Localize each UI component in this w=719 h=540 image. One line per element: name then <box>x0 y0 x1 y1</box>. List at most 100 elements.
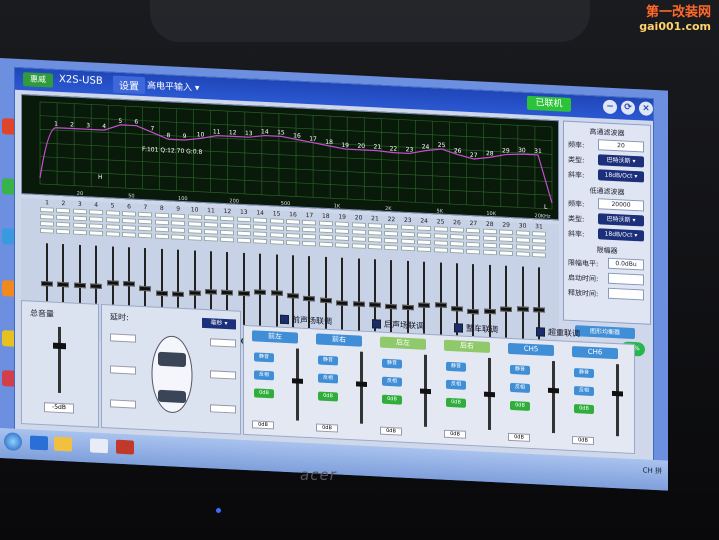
band-param-cell[interactable] <box>286 218 300 225</box>
band-slider-knob[interactable] <box>336 300 349 306</box>
band-param-cell[interactable] <box>138 218 153 225</box>
checkbox-icon[interactable] <box>280 314 289 325</box>
band-param-cell[interactable] <box>89 223 104 230</box>
band-param-cell[interactable] <box>154 233 169 240</box>
band-slider-knob[interactable] <box>270 290 283 297</box>
output-slider-knob[interactable] <box>292 378 303 385</box>
output-channel-name[interactable]: 前左 <box>252 330 298 344</box>
band-param-cell[interactable] <box>532 252 546 258</box>
output-slider-knob[interactable] <box>356 381 367 388</box>
refresh-icon[interactable]: ⟳ <box>621 100 635 116</box>
band-param-cell[interactable] <box>40 206 54 213</box>
band-param-cell[interactable] <box>466 234 481 241</box>
band-param-cell[interactable] <box>236 230 251 237</box>
band-param-cell[interactable] <box>417 225 432 232</box>
band-param-cell[interactable] <box>187 221 202 227</box>
band-slider-knob[interactable] <box>139 285 152 292</box>
band-param-cell[interactable] <box>187 228 202 234</box>
output-channel-name[interactable]: CH5 <box>508 342 554 357</box>
band-param-cell[interactable] <box>351 229 366 235</box>
input-select[interactable]: 高电平输入 ▾ <box>147 78 199 94</box>
band-param-cell[interactable] <box>335 221 350 228</box>
band-param-cell[interactable] <box>72 229 87 236</box>
band-param-cell[interactable] <box>187 235 202 241</box>
band-param-cell[interactable] <box>286 225 300 232</box>
output-gain-value[interactable]: 0dB <box>444 429 466 439</box>
band-param-cell[interactable] <box>154 226 169 233</box>
band-param-cell[interactable] <box>40 220 54 227</box>
taskbar-app-icon[interactable] <box>90 438 108 454</box>
band-param-cell[interactable] <box>515 230 530 236</box>
tray-area[interactable]: CH 拼 <box>643 465 662 476</box>
band-param-cell[interactable] <box>450 241 464 247</box>
band-slider-knob[interactable] <box>106 280 119 286</box>
band-slider-knob[interactable] <box>401 304 414 310</box>
band-slider-knob[interactable] <box>467 309 480 315</box>
band-param-cell[interactable] <box>171 227 186 234</box>
band-param-cell[interactable] <box>368 243 382 250</box>
band-param-cell[interactable] <box>482 242 497 249</box>
hp-slope-select[interactable]: 18dB/Oct ▾ <box>598 169 644 183</box>
output-gain-value[interactable]: 0dB <box>316 423 338 433</box>
band-param-cell[interactable] <box>253 238 268 245</box>
band-param-cell[interactable] <box>450 227 464 233</box>
phase-button[interactable]: 反相 <box>574 386 594 397</box>
band-param-cell[interactable] <box>384 223 399 230</box>
band-param-cell[interactable] <box>40 227 54 234</box>
band-param-cell[interactable] <box>138 211 153 218</box>
band-slider-knob[interactable] <box>483 308 496 314</box>
band-param-cell[interactable] <box>384 237 399 244</box>
band-param-cell[interactable] <box>253 217 268 224</box>
band-param-cell[interactable] <box>138 225 153 232</box>
hp-type-select[interactable]: 巴特沃斯 ▾ <box>598 154 644 168</box>
band-param-cell[interactable] <box>417 246 432 253</box>
band-param-cell[interactable] <box>335 242 350 249</box>
phase-button[interactable]: 反相 <box>254 370 274 381</box>
output-slider-knob[interactable] <box>612 390 623 397</box>
gain-indicator[interactable]: 0dB <box>574 404 594 415</box>
band-param-cell[interactable] <box>154 212 169 219</box>
band-param-cell[interactable] <box>56 207 71 214</box>
band-param-cell[interactable] <box>368 236 382 243</box>
volume-knob[interactable] <box>53 342 66 350</box>
mute-button[interactable]: 静音 <box>254 352 274 363</box>
output-gain-value[interactable]: 0dB <box>572 435 594 446</box>
band-slider-knob[interactable] <box>90 283 103 289</box>
band-slider-knob[interactable] <box>123 281 135 287</box>
band-param-cell[interactable] <box>433 233 448 239</box>
phase-button[interactable]: 反相 <box>382 376 402 387</box>
checkbox-icon[interactable] <box>454 323 463 333</box>
band-param-cell[interactable] <box>171 234 186 241</box>
lp-freq-input[interactable]: 20000 <box>598 198 644 212</box>
band-param-cell[interactable] <box>220 222 235 229</box>
band-param-cell[interactable] <box>204 214 218 221</box>
phase-button[interactable]: 反相 <box>510 382 530 393</box>
band-param-cell[interactable] <box>122 217 136 224</box>
delay-rear-left[interactable] <box>110 399 136 409</box>
band-param-cell[interactable] <box>318 227 333 234</box>
output-channel-name[interactable]: CH6 <box>572 345 618 360</box>
output-slider-knob[interactable] <box>484 391 495 398</box>
phase-button[interactable]: 反相 <box>318 373 338 384</box>
taskbar-app-icon[interactable] <box>116 439 134 455</box>
band-param-cell[interactable] <box>482 249 497 256</box>
band-slider-knob[interactable] <box>172 291 185 298</box>
band-param-cell[interactable] <box>105 217 120 223</box>
band-param-cell[interactable] <box>171 220 186 227</box>
band-param-cell[interactable] <box>56 228 71 235</box>
band-param-cell[interactable] <box>482 235 497 242</box>
band-param-cell[interactable] <box>515 237 530 243</box>
band-slider-knob[interactable] <box>516 306 529 313</box>
lp-type-select[interactable]: 巴特沃斯 ▾ <box>598 213 644 227</box>
band-param-cell[interactable] <box>466 248 481 255</box>
band-param-cell[interactable] <box>499 243 514 250</box>
band-slider-knob[interactable] <box>155 290 168 297</box>
band-param-cell[interactable] <box>286 239 300 246</box>
band-param-cell[interactable] <box>499 236 514 243</box>
band-param-cell[interactable] <box>89 216 104 223</box>
band-param-cell[interactable] <box>286 232 300 239</box>
gain-indicator[interactable]: 0dB <box>318 391 338 402</box>
band-param-cell[interactable] <box>400 224 415 231</box>
output-channel-name[interactable]: 后左 <box>380 336 426 350</box>
settings-menu[interactable]: 设置 <box>113 75 145 95</box>
